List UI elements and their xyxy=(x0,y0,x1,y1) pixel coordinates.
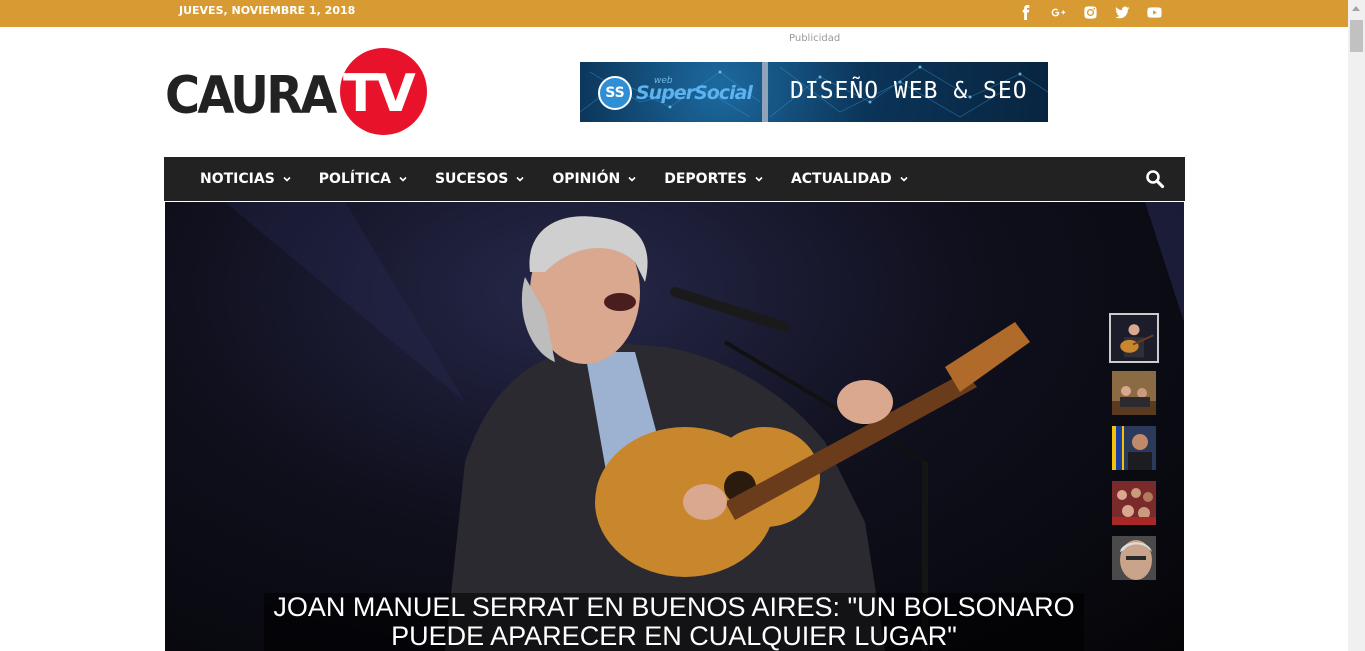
scroll-up-arrow[interactable] xyxy=(1352,6,1360,11)
logo-tv-text: TV xyxy=(343,64,416,124)
slider-thumbnail[interactable] xyxy=(1112,371,1156,415)
page-scrollbar[interactable] xyxy=(1348,0,1365,651)
supersocial-logo-icon: SS xyxy=(598,76,632,110)
nav-item-deportes[interactable]: DEPORTES xyxy=(664,171,763,187)
featured-image xyxy=(225,202,1184,651)
chevron-down-icon xyxy=(399,175,407,183)
logo-text: CAURA xyxy=(165,66,337,126)
chevron-down-icon xyxy=(283,175,291,183)
google-plus-icon[interactable] xyxy=(1049,3,1067,21)
nav-item-actualidad[interactable]: ACTUALIDAD xyxy=(791,171,908,187)
instagram-icon[interactable] xyxy=(1081,3,1099,21)
current-date: JUEVES, NOVIEMBRE 1, 2018 xyxy=(179,4,356,17)
main-nav: NOTICIAS POLÍTICA SUCESOS OPINIÓN DEPORT… xyxy=(164,157,1185,201)
featured-headline[interactable]: JOAN MANUEL SERRAT EN BUENOS AIRES: "UN … xyxy=(264,593,1084,651)
facebook-icon[interactable] xyxy=(1017,3,1035,21)
nav-item-politica[interactable]: POLÍTICA xyxy=(319,171,407,187)
banner-brand: SuperSocial xyxy=(636,82,753,104)
chevron-down-icon xyxy=(516,175,524,183)
chevron-down-icon xyxy=(900,175,908,183)
featured-slider[interactable]: JOAN MANUEL SERRAT EN BUENOS AIRES: "UN … xyxy=(165,202,1184,651)
slider-thumbnail[interactable] xyxy=(1112,481,1156,525)
slider-thumbnail[interactable] xyxy=(1109,313,1159,363)
search-icon[interactable] xyxy=(1145,169,1165,189)
nav-item-sucesos[interactable]: SUCESOS xyxy=(435,171,524,187)
chevron-down-icon xyxy=(755,175,763,183)
chevron-down-icon xyxy=(628,175,636,183)
scrollbar-thumb[interactable] xyxy=(1350,20,1363,52)
youtube-icon[interactable] xyxy=(1145,3,1163,21)
ad-banner[interactable]: SS web SuperSocial DISEÑO WEB & SEO xyxy=(580,62,1048,122)
site-logo[interactable]: CAURA TV xyxy=(165,48,427,136)
slider-thumbnail[interactable] xyxy=(1112,536,1156,580)
banner-tagline: DISEÑO WEB & SEO xyxy=(790,78,1028,104)
ad-label: Publicidad xyxy=(789,33,841,44)
twitter-icon[interactable] xyxy=(1113,3,1131,21)
social-links xyxy=(1017,3,1163,21)
top-bar: JUEVES, NOVIEMBRE 1, 2018 xyxy=(0,0,1348,27)
nav-item-noticias[interactable]: NOTICIAS xyxy=(200,171,291,187)
nav-item-opinion[interactable]: OPINIÓN xyxy=(552,171,636,187)
slider-thumbnail[interactable] xyxy=(1112,426,1156,470)
